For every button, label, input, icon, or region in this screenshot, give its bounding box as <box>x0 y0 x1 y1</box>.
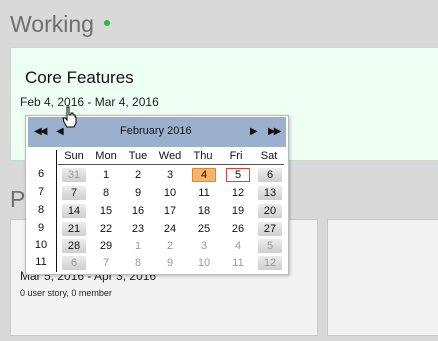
status-indicator-dot <box>104 20 110 26</box>
calendar-day[interactable]: 11 <box>226 256 250 270</box>
calendar-day[interactable]: 15 <box>94 204 118 218</box>
weekday-header: Wed <box>158 150 182 162</box>
week-number: 11 <box>35 256 47 268</box>
calendar-day[interactable]: 12 <box>226 186 250 200</box>
calendar-day[interactable]: 20 <box>258 204 282 218</box>
calendar-day[interactable]: 27 <box>258 222 282 236</box>
calendar-day[interactable]: 29 <box>94 239 118 253</box>
calendar-day[interactable]: 24 <box>158 222 182 236</box>
section-title-partial: P <box>10 186 26 212</box>
calendar-day[interactable]: 2 <box>126 168 150 182</box>
calendar-day[interactable]: 21 <box>62 222 86 236</box>
calendar-day[interactable]: 31 <box>62 168 86 182</box>
calendar-day[interactable]: 4 <box>192 168 216 182</box>
calendar-day[interactable]: 1 <box>126 239 150 253</box>
calendar-day[interactable]: 19 <box>226 204 250 218</box>
calendar-day[interactable]: 16 <box>126 204 150 218</box>
card-date-range[interactable]: Feb 4, 2016 - Mar 4, 2016 <box>20 95 159 109</box>
calendar-day[interactable]: 6 <box>258 168 282 182</box>
month-year-label: February 2016 <box>120 125 192 137</box>
calendar-day[interactable]: 28 <box>62 239 86 253</box>
calendar-day[interactable]: 13 <box>258 186 282 200</box>
week-number: 7 <box>37 186 45 198</box>
calendar-day[interactable]: 9 <box>126 186 150 200</box>
week-number: 10 <box>34 239 48 251</box>
month-label: February <box>120 125 165 137</box>
iteration-card-partial[interactable] <box>327 219 438 336</box>
calendar-day[interactable]: 8 <box>126 256 150 270</box>
calendar-day[interactable]: 12 <box>258 256 282 270</box>
calendar-day[interactable]: 18 <box>192 204 216 218</box>
prev-year-icon[interactable]: ◀◀ <box>34 117 47 147</box>
calendar-day[interactable]: 4 <box>226 239 250 253</box>
calendar-day[interactable]: 8 <box>94 186 118 200</box>
weekday-header: Mon <box>95 150 117 162</box>
next-month-icon[interactable]: ▶ <box>250 117 258 147</box>
card-meta: 0 user story, 0 member <box>20 288 112 298</box>
weekday-header: Sun <box>64 150 84 162</box>
week-number: 6 <box>37 168 45 180</box>
calendar-day[interactable]: 23 <box>126 222 150 236</box>
calendar-day[interactable]: 25 <box>192 222 216 236</box>
calendar-day[interactable]: 9 <box>158 256 182 270</box>
calendar-day[interactable]: 10 <box>158 186 182 200</box>
calendar-day[interactable]: 7 <box>62 186 86 200</box>
weekday-header: Fri <box>229 150 243 162</box>
weekday-header-divider <box>58 164 284 165</box>
calendar-day[interactable]: 5 <box>258 239 282 253</box>
card-title[interactable]: Core Features <box>25 68 134 88</box>
calendar-day[interactable]: 3 <box>192 239 216 253</box>
calendar-day[interactable]: 26 <box>226 222 250 236</box>
calendar-day[interactable]: 22 <box>94 222 118 236</box>
calendar-day[interactable]: 6 <box>62 256 86 270</box>
section-title: Working <box>10 11 94 37</box>
week-number: 9 <box>37 222 45 234</box>
calendar-day[interactable]: 1 <box>94 168 118 182</box>
weekday-header: Thu <box>193 150 213 162</box>
hand-pointer-cursor-icon <box>62 106 77 128</box>
calendar-day[interactable]: 11 <box>192 186 216 200</box>
calendar-day[interactable]: 5 <box>226 168 250 182</box>
year-label: 2016 <box>167 125 192 137</box>
week-column-divider <box>56 150 57 272</box>
date-picker-popup[interactable]: ◀◀ ◀ February 2016 ▶ ▶▶ Sun Mon Tue Wed … <box>25 115 289 275</box>
weekday-header: Tue <box>128 150 148 162</box>
next-year-icon[interactable]: ▶▶ <box>268 117 281 147</box>
week-number: 8 <box>37 204 45 216</box>
calendar-day[interactable]: 17 <box>158 204 182 218</box>
calendar-day[interactable]: 14 <box>62 204 86 218</box>
calendar-day[interactable]: 10 <box>192 256 216 270</box>
calendar-day[interactable]: 7 <box>94 256 118 270</box>
calendar-day[interactable]: 2 <box>158 239 182 253</box>
calendar-day[interactable]: 3 <box>158 168 182 182</box>
weekday-header: Sat <box>260 150 278 162</box>
